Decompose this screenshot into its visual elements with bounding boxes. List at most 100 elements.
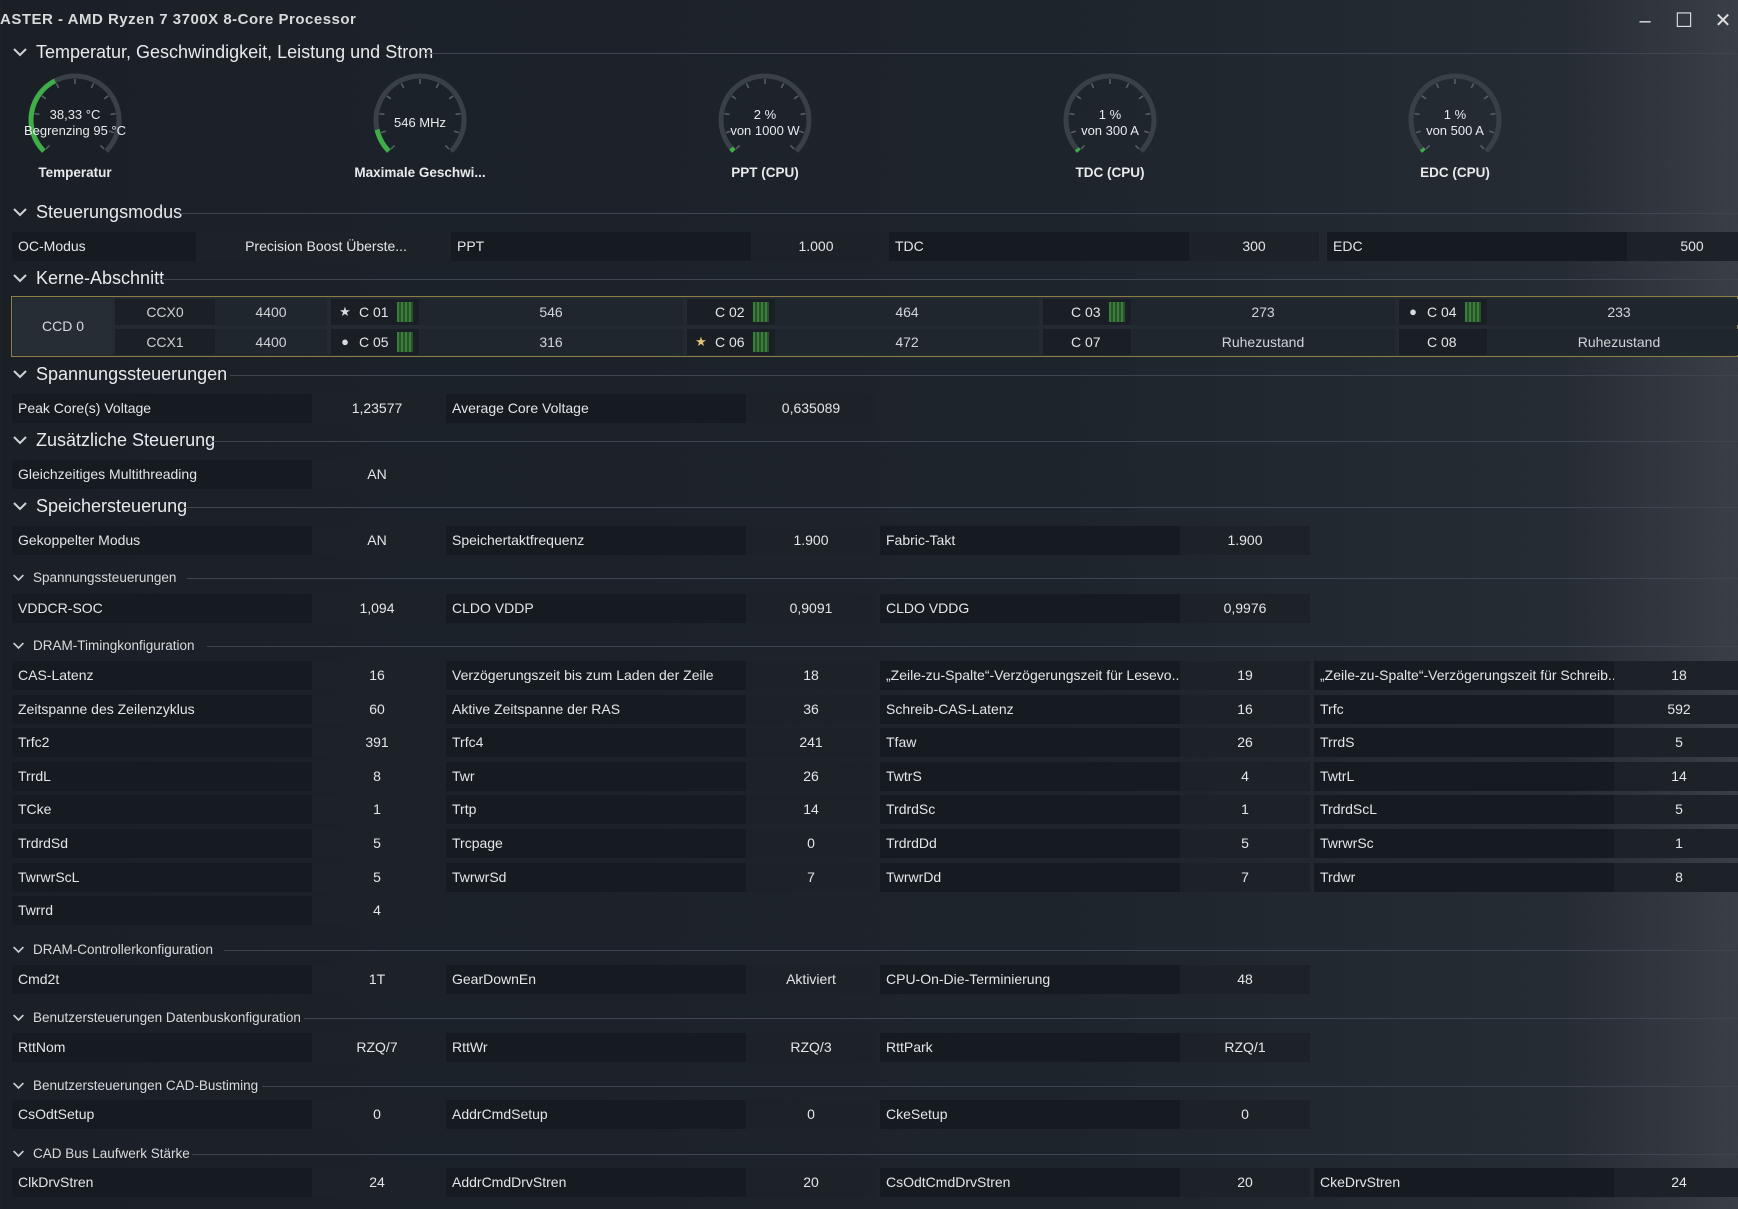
setting-value[interactable]: 4 <box>312 896 442 926</box>
setting-value[interactable]: 7 <box>1180 862 1310 892</box>
section-temp[interactable]: Temperatur, Geschwindigkeit, Leistung un… <box>12 40 1738 68</box>
setting-value[interactable]: 24 <box>1614 1168 1738 1197</box>
setting-value[interactable]: 14 <box>746 795 876 825</box>
setting-value[interactable]: 391 <box>312 728 442 758</box>
setting-value[interactable]: 4 <box>1180 761 1310 791</box>
setting-value[interactable]: RZQ/1 <box>1180 1033 1310 1062</box>
core-cell[interactable]: C 03 273 <box>1043 299 1395 325</box>
chevron-down-icon[interactable] <box>12 270 28 286</box>
setting-value[interactable]: 1T <box>312 965 442 994</box>
setting-value[interactable]: AN <box>312 460 442 489</box>
setting-value[interactable]: 26 <box>1180 728 1310 758</box>
setting-value[interactable]: 16 <box>312 661 442 690</box>
setting-value[interactable]: 5 <box>1614 728 1738 758</box>
chevron-down-icon[interactable] <box>12 1011 25 1024</box>
section-title-control: Steuerungsmodus <box>36 202 183 222</box>
setting-value[interactable]: 1 <box>1180 795 1310 825</box>
chevron-down-icon[interactable] <box>12 44 28 60</box>
setting-value[interactable]: 48 <box>1180 965 1310 994</box>
setting-value[interactable]: 0,9976 <box>1180 594 1310 623</box>
setting-value[interactable]: 0 <box>1180 1100 1310 1129</box>
section-dram_ctrl[interactable]: DRAM-Controllerkonfiguration <box>12 937 1738 965</box>
setting-value[interactable]: 1 <box>1614 829 1738 858</box>
core-cell[interactable]: C 08 Ruhezustand <box>1399 329 1738 355</box>
setting-value[interactable]: 1,23577 <box>312 394 442 423</box>
setting-value[interactable]: 24 <box>312 1168 442 1197</box>
setting-value[interactable]: 7 <box>746 862 876 892</box>
core-cell[interactable]: ★ C 01 546 <box>331 299 683 325</box>
chevron-down-icon[interactable] <box>12 204 28 220</box>
section-mem_voltage[interactable]: Spannungssteuerungen <box>12 565 1738 593</box>
setting-value[interactable]: 500 <box>1627 232 1738 261</box>
core-load-bar <box>753 302 769 322</box>
setting-value[interactable]: Precision Boost Überste... <box>196 232 456 261</box>
section-cad_timing[interactable]: Benutzersteuerungen CAD-Bustiming <box>12 1073 1738 1101</box>
chevron-down-icon[interactable] <box>12 1079 25 1092</box>
setting-cell: EDC 500 <box>1327 232 1738 261</box>
setting-value[interactable]: 1.900 <box>746 526 876 555</box>
setting-value[interactable]: 0 <box>312 1100 442 1129</box>
setting-value[interactable]: 5 <box>312 862 442 892</box>
setting-value[interactable]: 8 <box>312 761 442 791</box>
core-cell[interactable]: ★ C 06 472 <box>687 329 1039 355</box>
section-additional[interactable]: Zusätzliche Steuerung <box>12 428 1738 456</box>
setting-value[interactable]: 1.000 <box>751 232 881 261</box>
setting-value[interactable]: 1,094 <box>312 594 442 623</box>
chevron-down-icon[interactable] <box>12 571 25 584</box>
setting-label: Peak Core(s) Voltage <box>12 394 312 423</box>
setting-value[interactable]: 300 <box>1189 232 1319 261</box>
section-memory[interactable]: Speichersteuerung <box>12 494 1738 522</box>
setting-value[interactable]: 5 <box>312 829 442 858</box>
setting-value[interactable]: 0,635089 <box>746 394 876 423</box>
setting-value[interactable]: 1 <box>312 795 442 825</box>
section-databus[interactable]: Benutzersteuerungen Datenbuskonfiguratio… <box>12 1005 1738 1033</box>
section-control[interactable]: Steuerungsmodus <box>12 200 1738 228</box>
section-cad_drive[interactable]: CAD Bus Laufwerk Stärke <box>12 1141 1738 1169</box>
setting-value[interactable]: 0 <box>746 1100 876 1129</box>
core-cell[interactable]: ● C 05 316 <box>331 329 683 355</box>
setting-value[interactable]: 20 <box>1180 1168 1310 1197</box>
setting-value[interactable]: AN <box>312 526 442 555</box>
core-cell[interactable]: C 02 464 <box>687 299 1039 325</box>
setting-value[interactable]: 5 <box>1614 795 1738 825</box>
section-title-mem_voltage: Spannungssteuerungen <box>33 570 177 585</box>
core-cell[interactable]: ● C 04 233 <box>1399 299 1738 325</box>
setting-value[interactable]: RZQ/3 <box>746 1033 876 1062</box>
section-voltage[interactable]: Spannungssteuerungen <box>12 362 1738 390</box>
chevron-down-icon[interactable] <box>12 639 25 652</box>
section-cores[interactable]: Kerne-Abschnitt <box>12 266 1738 294</box>
chevron-down-icon[interactable] <box>12 1147 25 1160</box>
setting-value[interactable]: 19 <box>1180 661 1310 690</box>
setting-value[interactable]: 1.900 <box>1180 526 1310 555</box>
setting-value[interactable]: 26 <box>746 761 876 791</box>
gauge-label: Maximale Geschwi... <box>354 165 486 180</box>
setting-value[interactable]: 18 <box>746 661 876 690</box>
setting-value[interactable]: 14 <box>1614 761 1738 791</box>
setting-value[interactable]: 36 <box>746 694 876 724</box>
setting-value[interactable]: 0,9091 <box>746 594 876 623</box>
setting-value[interactable]: 20 <box>746 1168 876 1197</box>
setting-value[interactable]: 18 <box>1614 661 1738 690</box>
minimize-button[interactable]: – <box>1632 8 1658 34</box>
chevron-down-icon[interactable] <box>12 498 28 514</box>
setting-value[interactable]: 241 <box>746 728 876 758</box>
setting-value[interactable]: 5 <box>1180 829 1310 858</box>
setting-value[interactable]: 592 <box>1614 694 1738 724</box>
chevron-down-icon[interactable] <box>12 943 25 956</box>
setting-value[interactable]: 8 <box>1614 862 1738 892</box>
setting-value[interactable]: 16 <box>1180 694 1310 724</box>
chevron-down-icon[interactable] <box>12 366 28 382</box>
setting-label: RttWr <box>446 1033 746 1062</box>
maximize-button[interactable]: ☐ <box>1671 8 1697 34</box>
chevron-down-icon[interactable] <box>12 432 28 448</box>
core-cell[interactable]: C 07 Ruhezustand <box>1043 329 1395 355</box>
setting-value[interactable]: 0 <box>746 829 876 858</box>
section-divider <box>304 1018 1738 1019</box>
core-name: C 06 <box>715 334 745 350</box>
setting-value[interactable]: RZQ/7 <box>312 1033 442 1062</box>
close-button[interactable]: ✕ <box>1710 8 1736 34</box>
gauge-label: PPT (CPU) <box>731 165 799 180</box>
section-dram_timing[interactable]: DRAM-Timingkonfiguration <box>12 633 1738 661</box>
setting-value[interactable]: 60 <box>312 694 442 724</box>
setting-value[interactable]: Aktiviert <box>746 965 876 994</box>
